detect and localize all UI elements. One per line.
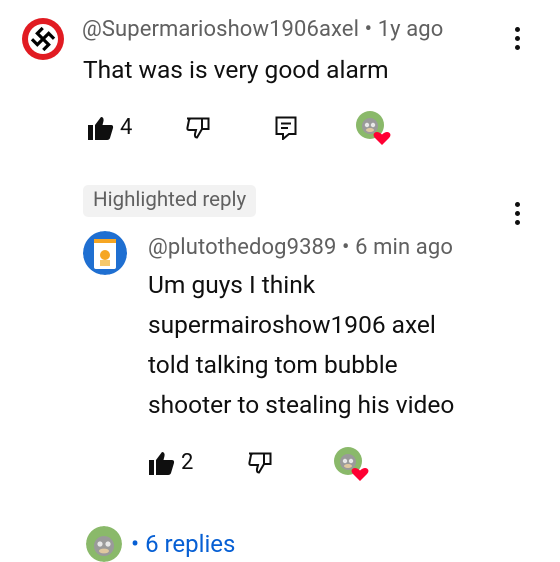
replier-avatar-image [83,231,127,275]
creator-heart-icon [356,111,391,145]
comment-timestamp: 1y ago [377,17,444,42]
more-vert-icon [515,27,520,32]
reply-creator-heart-badge [333,446,369,482]
comment-text: That was is very good alarm [83,55,389,84]
view-replies-link[interactable]: • 6 replies [131,530,235,558]
creator-heart-icon [334,447,369,481]
thumbs-down-icon [248,452,272,474]
reply-text: Um guys I think supermairoshow1906 axel … [148,265,548,425]
meta-separator: • [342,235,350,260]
comment-like-button[interactable] [88,116,114,140]
reply-dislike-button[interactable] [248,452,272,474]
more-vert-icon [515,202,520,207]
reply-more-options-button[interactable] [515,202,521,229]
replies-count-label: 6 replies [145,530,236,558]
meta-separator: • [364,17,373,42]
reply-text-line: supermairoshow1906 axel [148,310,436,339]
commenter-avatar-image [22,18,64,60]
thumbs-down-icon [186,117,210,139]
comment-dislike-button[interactable] [186,117,210,139]
comment-reply-button[interactable] [275,116,297,142]
reply-text-line: shooter to stealing his video [148,390,455,419]
comment-icon [275,116,297,142]
replier-avatar[interactable] [83,231,127,275]
reply-author-handle[interactable]: @plutothedog9389 [148,235,336,260]
creator-heart-badge [355,110,391,146]
replies-separator: • [131,530,140,558]
reply-like-count: 2 [181,450,194,475]
reply-like-button[interactable] [149,451,175,475]
creator-avatar-icon [86,526,122,562]
reply-text-line: told talking tom bubble [148,350,398,379]
comment-meta: @Supermarioshow1906axel • 1y ago [82,17,443,42]
reply-timestamp: 6 min ago [355,235,453,260]
comment-author-handle[interactable]: @Supermarioshow1906axel [82,17,359,42]
comment-more-options-button[interactable] [515,27,521,54]
thumbs-up-icon [88,117,114,140]
reply-text-line: Um guys I think [148,270,316,299]
commenter-avatar[interactable] [21,17,65,61]
comment-like-count: 4 [120,115,133,140]
thumbs-up-icon [149,452,175,475]
highlighted-reply-badge: Highlighted reply [83,185,257,217]
reply-meta: @plutothedog9389 • 6 min ago [148,235,453,260]
replies-creator-avatar [86,526,122,562]
